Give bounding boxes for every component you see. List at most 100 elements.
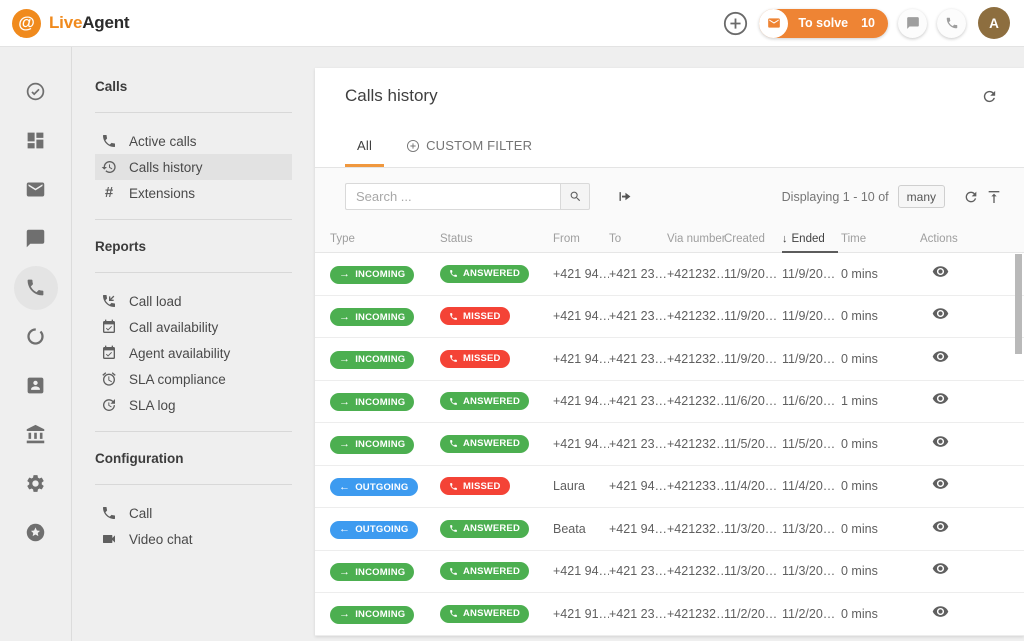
tab-label: CUSTOM FILTER: [426, 138, 532, 153]
table-row[interactable]: →INCOMINGANSWERED+421 94…+421 23…+421232…: [315, 423, 1024, 466]
section-title-configuration: Configuration: [95, 447, 292, 471]
chat-button[interactable]: [898, 9, 927, 38]
sidebar-item-sla-compliance[interactable]: SLA compliance: [95, 366, 292, 392]
rail-item-calls[interactable]: [11, 263, 60, 312]
rail-item-tickets[interactable]: [11, 165, 60, 214]
sidebar-item-video-chat[interactable]: Video chat: [95, 526, 292, 552]
table-row[interactable]: →INCOMINGANSWERED+421 94…+421 23…+421232…: [315, 381, 1024, 424]
sidebar-item-call-availability[interactable]: Call availability: [95, 314, 292, 340]
scroll-to-top-icon[interactable]: [986, 189, 1002, 205]
table-row[interactable]: →INCOMINGANSWERED+421 94…+421 23…+421232…: [315, 551, 1024, 594]
col-header-to[interactable]: To: [609, 233, 667, 245]
sidebar-item-active-calls[interactable]: Active calls: [95, 128, 292, 154]
card-header: Calls history: [315, 68, 1024, 124]
time-cell: 0 mins: [841, 522, 920, 536]
status-badge: ANSWERED: [440, 562, 529, 580]
type-badge: →INCOMING: [330, 393, 414, 411]
table-row[interactable]: ←OUTGOINGANSWEREDBeata+421 94…+421232…11…: [315, 508, 1024, 551]
search-button[interactable]: [560, 183, 590, 210]
sidebar-item-call-load[interactable]: Call load: [95, 288, 292, 314]
rail-item-tasks[interactable]: [11, 67, 60, 116]
ended-cell: 11/3/20…: [782, 564, 841, 578]
rail-item-chats[interactable]: [11, 214, 60, 263]
rail-item-company[interactable]: [11, 410, 60, 459]
to-cell: +421 23…: [609, 394, 667, 408]
status-badge: ANSWERED: [440, 435, 529, 453]
type-badge: →INCOMING: [330, 308, 414, 326]
to-solve-button[interactable]: To solve 10: [759, 9, 888, 38]
col-header-from[interactable]: From: [553, 233, 609, 245]
rail-item-contacts[interactable]: [11, 361, 60, 410]
skip-forward-icon[interactable]: [617, 189, 632, 204]
count-button[interactable]: many: [898, 185, 945, 208]
history-icon: [101, 159, 117, 175]
col-header-type[interactable]: Type: [330, 233, 440, 245]
table-row[interactable]: →INCOMINGANSWERED+421 94…+421 23…+421232…: [315, 253, 1024, 296]
refresh-list-icon[interactable]: [963, 189, 979, 205]
sidebar-item-label: SLA compliance: [129, 372, 226, 387]
via-number-cell: +421232…: [667, 607, 724, 621]
rail-item-social[interactable]: [11, 312, 60, 361]
sidebar-item-extensions[interactable]: #Extensions: [95, 180, 292, 206]
eye-icon[interactable]: [932, 518, 949, 535]
sidebar-item-agent-availability[interactable]: Agent availability: [95, 340, 292, 366]
sidebar-item-call[interactable]: Call: [95, 500, 292, 526]
col-header-ended[interactable]: ↓Ended: [782, 225, 841, 252]
eye-icon[interactable]: [932, 603, 949, 620]
sidebar-item-label: Video chat: [129, 532, 193, 547]
col-header-created[interactable]: Created: [724, 233, 782, 245]
add-button[interactable]: [722, 10, 749, 37]
refresh-icon[interactable]: [981, 88, 998, 105]
rail-item-upgrade[interactable]: [11, 508, 60, 557]
sidebar-content: CallsActive callsCalls history#Extension…: [95, 75, 292, 552]
rail-item-settings[interactable]: [11, 459, 60, 508]
created-cell: 11/9/20…: [724, 352, 782, 366]
ended-cell: 11/9/20…: [782, 309, 841, 323]
arrow-left-icon: ←: [339, 482, 350, 493]
eye-icon[interactable]: [932, 560, 949, 577]
eye-icon[interactable]: [932, 475, 949, 492]
tab-custom-filter[interactable]: CUSTOM FILTER: [394, 124, 544, 167]
time-cell: 0 mins: [841, 479, 920, 493]
eye-icon[interactable]: [932, 390, 949, 407]
sidebar-item-sla-log[interactable]: SLA log: [95, 392, 292, 418]
sort-desc-icon: ↓: [782, 233, 788, 245]
eye-icon[interactable]: [932, 348, 949, 365]
col-header-via-number[interactable]: Via number: [667, 233, 724, 245]
col-header-time[interactable]: Time: [841, 233, 920, 245]
table-row[interactable]: →INCOMINGMISSED+421 94…+421 23…+421232…1…: [315, 296, 1024, 339]
from-cell: +421 91…: [553, 607, 609, 621]
section-title-reports: Reports: [95, 235, 292, 259]
hash-icon: #: [101, 185, 117, 201]
table-row[interactable]: →INCOMINGMISSED+421 94…+421 23…+421232…1…: [315, 338, 1024, 381]
avatar[interactable]: A: [978, 7, 1010, 39]
divider: [95, 219, 292, 220]
to-cell: +421 23…: [609, 607, 667, 621]
via-number-cell: +421232…: [667, 437, 724, 451]
via-number-cell: +421232…: [667, 522, 724, 536]
from-cell: +421 94…: [553, 352, 609, 366]
type-badge: →INCOMING: [330, 436, 414, 454]
eye-icon[interactable]: [932, 263, 949, 280]
via-number-cell: +421232…: [667, 267, 724, 281]
tab-all[interactable]: All: [345, 124, 384, 167]
via-number-cell: +421232…: [667, 564, 724, 578]
sidebar-item-label: Call availability: [129, 320, 218, 335]
table-row[interactable]: →INCOMINGANSWERED+421 91…+421 23…+421232…: [315, 593, 1024, 636]
search: [345, 183, 590, 210]
time-cell: 0 mins: [841, 437, 920, 451]
rail-item-dashboard[interactable]: [11, 116, 60, 165]
eye-icon[interactable]: [932, 433, 949, 450]
sidebar-item-label: Active calls: [129, 134, 197, 149]
sidebar-item-calls-history[interactable]: Calls history: [95, 154, 292, 180]
phone-button[interactable]: [937, 9, 966, 38]
eye-icon[interactable]: [932, 305, 949, 322]
table-row[interactable]: ←OUTGOINGMISSEDLaura+421 94…+421233…11/4…: [315, 466, 1024, 509]
arrow-right-icon: →: [339, 312, 350, 323]
col-header-actions[interactable]: Actions: [920, 233, 1024, 245]
scrollbar-thumb[interactable]: [1015, 254, 1022, 354]
col-header-status[interactable]: Status: [440, 233, 553, 245]
search-input[interactable]: [345, 183, 560, 210]
clock-refresh-icon: [101, 397, 117, 413]
logo-text: LiveAgent: [49, 13, 129, 33]
